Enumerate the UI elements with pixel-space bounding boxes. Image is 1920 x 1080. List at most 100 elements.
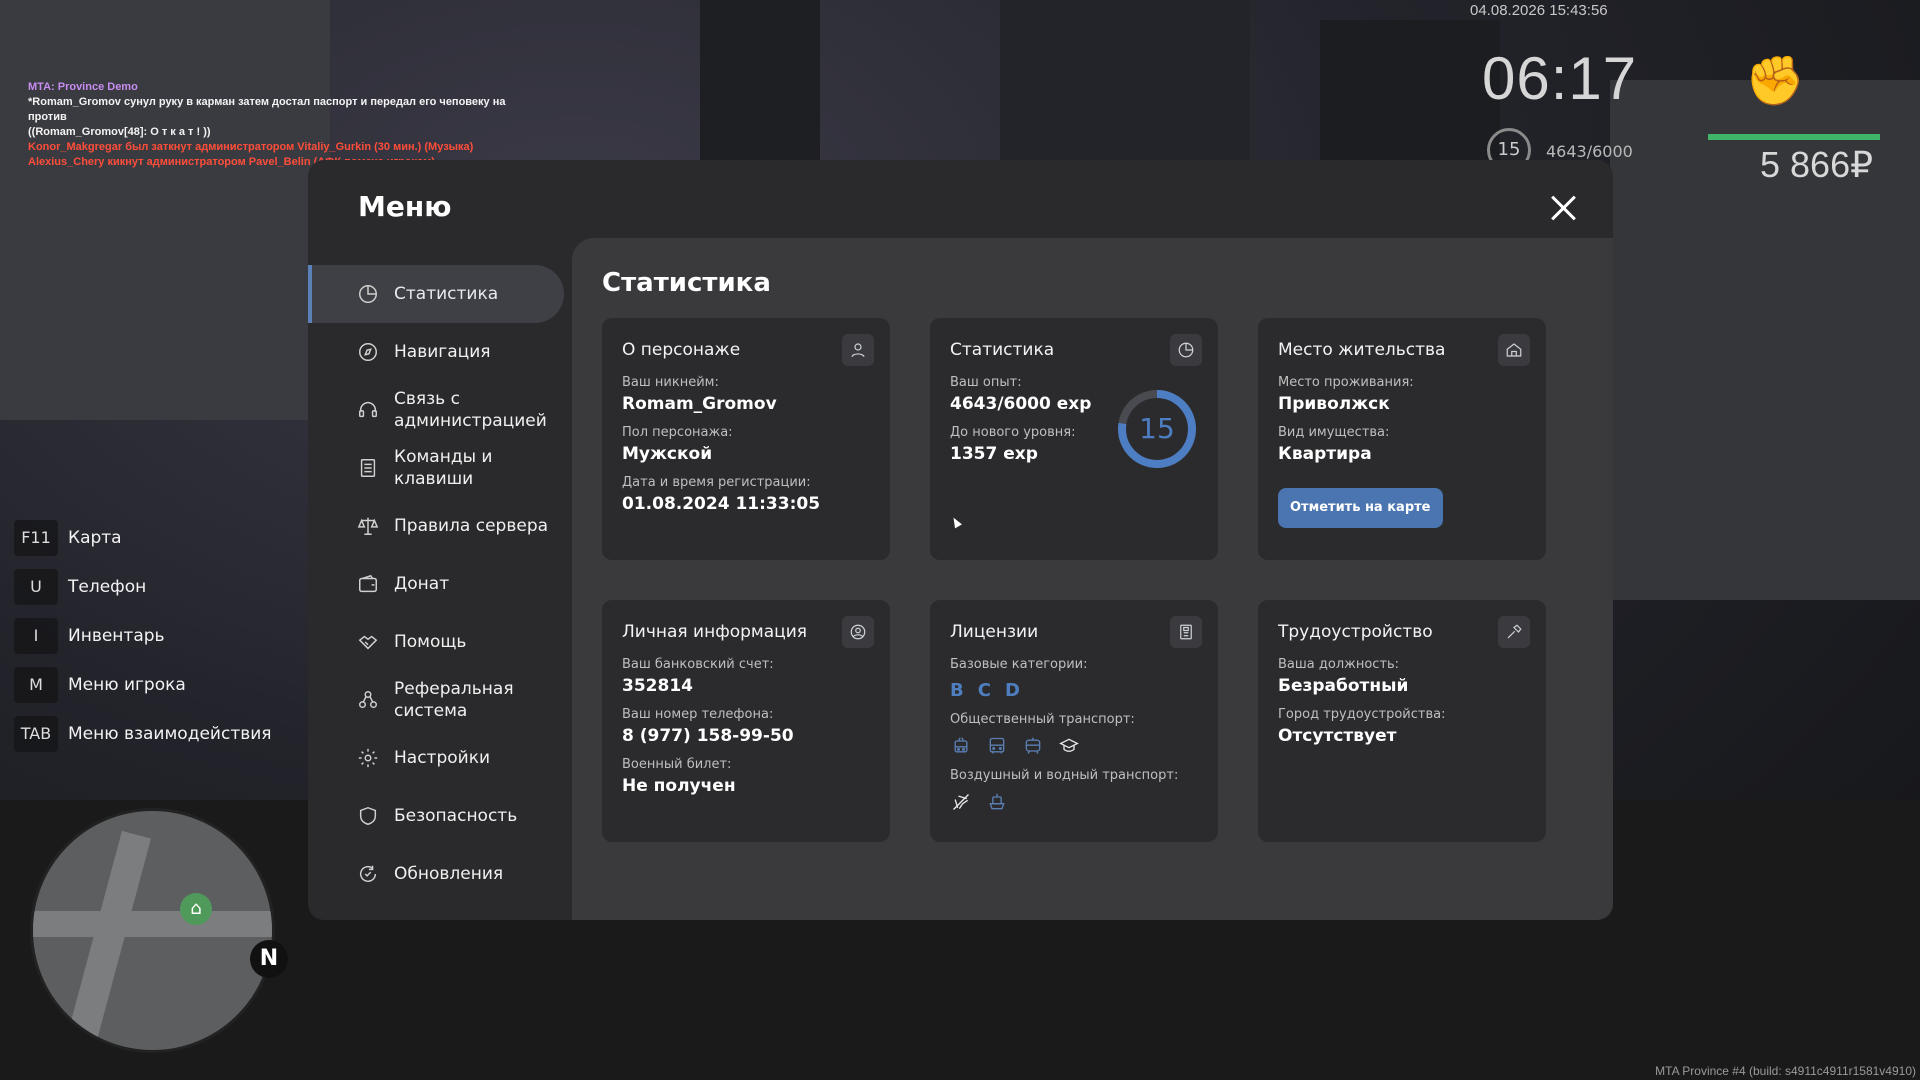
field-label: Ваша должность: bbox=[1278, 657, 1400, 672]
card-title: О персонаже bbox=[622, 340, 741, 360]
licenses-card: Лицензии Базовые категории: B C D Общест… bbox=[930, 600, 1218, 842]
license-category: B bbox=[950, 680, 964, 701]
home-icon: ⌂ bbox=[180, 893, 212, 925]
sidebar-item-label: Донат bbox=[394, 574, 450, 594]
residence-card: Место жительства Место проживания: Приво… bbox=[1258, 318, 1546, 560]
bank-account-value: 352814 bbox=[622, 676, 693, 696]
air-water-transport-icons bbox=[950, 791, 1198, 813]
sidebar-item-label: Связь с администрацией bbox=[394, 389, 547, 431]
wallet-icon bbox=[356, 572, 380, 596]
sidebar-item-statistics[interactable]: Статистика bbox=[308, 265, 564, 323]
tram-icon bbox=[1022, 735, 1044, 757]
compass-icon bbox=[356, 340, 380, 364]
hotkey-key: TAB bbox=[14, 716, 58, 752]
chat-line: MTA: Province Demo bbox=[28, 81, 138, 93]
hammer-icon bbox=[1498, 616, 1530, 648]
stats-card: Статистика Ваш опыт: 4643/6000 exp До но… bbox=[930, 318, 1218, 560]
card-title: Личная информация bbox=[622, 622, 808, 642]
level-progress-ring: 15 bbox=[1116, 388, 1198, 470]
license-category: C bbox=[977, 680, 991, 701]
hud-clock: 06:17 bbox=[1482, 45, 1638, 112]
hotkey-key: M bbox=[14, 667, 58, 703]
background-building bbox=[700, 0, 820, 170]
sidebar-item-donate[interactable]: Донат bbox=[308, 555, 564, 613]
trolleybus-icon bbox=[950, 735, 972, 757]
hotkey-phone: U Телефон bbox=[14, 569, 272, 605]
minimap-road bbox=[65, 830, 151, 1050]
user-circle-icon bbox=[842, 616, 874, 648]
hud-datetime: 04.08.2026 15:43:56 bbox=[1470, 2, 1608, 19]
sidebar-item-label: Реферальная система bbox=[394, 679, 514, 721]
registration-value: 01.08.2024 11:33:05 bbox=[622, 494, 821, 514]
field-label: Вид имущества: bbox=[1278, 425, 1390, 440]
user-icon bbox=[842, 334, 874, 366]
chat-line: ((Romam_Gromov[48]: О т к а т ! )) bbox=[28, 126, 211, 138]
sidebar-item-label: Безопасность bbox=[394, 806, 518, 826]
field-label: Город трудоустройства: bbox=[1278, 707, 1446, 722]
phone-value: 8 (977) 158-99-50 bbox=[622, 726, 794, 746]
build-info: MTA Province #4 (build: s4911c4911r1581v… bbox=[1655, 1064, 1916, 1078]
hud-exp: 4643/6000 bbox=[1546, 142, 1633, 161]
nickname-value: Romam_Gromov bbox=[622, 394, 777, 414]
hotkey-label: Телефон bbox=[68, 577, 147, 597]
sidebar-item-updates[interactable]: Обновления bbox=[308, 845, 564, 903]
field-label: Базовые категории: bbox=[950, 657, 1088, 672]
health-bar bbox=[1708, 134, 1880, 140]
hotkey-key: U bbox=[14, 569, 58, 605]
field-label: Пол персонажа: bbox=[622, 425, 733, 440]
minimap-road bbox=[33, 911, 272, 937]
mark-on-map-button[interactable]: Отметить на карте bbox=[1278, 488, 1443, 528]
field-label: Дата и время регистрации: bbox=[622, 475, 811, 490]
menu-title: Меню bbox=[358, 190, 452, 223]
handshake-icon bbox=[356, 630, 380, 654]
scales-icon bbox=[356, 514, 380, 538]
gender-value: Мужской bbox=[622, 444, 713, 464]
sidebar-item-settings[interactable]: Настройки bbox=[308, 729, 564, 787]
hotkey-label: Инвентарь bbox=[68, 626, 165, 646]
personal-info-card: Личная информация Ваш банковский счет: 3… bbox=[602, 600, 890, 842]
hotkey-key: F11 bbox=[14, 520, 58, 556]
job-city-value: Отсутствует bbox=[1278, 726, 1397, 746]
sidebar-item-label: Правила сервера bbox=[394, 516, 549, 536]
field-label: Общественный транспорт: bbox=[950, 712, 1135, 727]
refresh-icon bbox=[356, 862, 380, 886]
chat-line: *Romam_Gromov сунул руку в карман затем … bbox=[28, 96, 506, 123]
sidebar-item-commands[interactable]: Команды и клавиши bbox=[308, 439, 564, 497]
gear-icon bbox=[356, 746, 380, 770]
bus-icon bbox=[986, 735, 1008, 757]
field-label: Ваш банковский счет: bbox=[622, 657, 774, 672]
base-categories: B C D bbox=[950, 680, 1198, 701]
sidebar-item-label: Навигация bbox=[394, 342, 491, 362]
background-building bbox=[0, 0, 330, 420]
boat-icon bbox=[986, 791, 1008, 813]
headset-icon bbox=[356, 398, 380, 422]
level-number: 15 bbox=[1139, 412, 1175, 445]
hotkey-label: Карта bbox=[68, 528, 122, 548]
employment-card: Трудоустройство Ваша должность: Безработ… bbox=[1258, 600, 1546, 842]
card-title: Статистика bbox=[950, 340, 1055, 360]
military-id-value: Не получен bbox=[622, 776, 736, 796]
public-transport-icons bbox=[950, 735, 1198, 757]
sidebar-item-referral[interactable]: Реферальная система bbox=[308, 671, 564, 729]
menu-sidebar: Статистика Навигация Связь с администрац… bbox=[308, 265, 564, 903]
license-category: D bbox=[1004, 680, 1020, 701]
sidebar-item-security[interactable]: Безопасность bbox=[308, 787, 564, 845]
sidebar-item-navigation[interactable]: Навигация bbox=[308, 323, 564, 381]
field-label: Ваш никнейм: bbox=[622, 375, 719, 390]
chat-box: MTA: Province Demo *Romam_Gromov сунул р… bbox=[28, 80, 508, 170]
property-value: Квартира bbox=[1278, 444, 1372, 464]
sidebar-item-label: Команды и клавиши bbox=[394, 447, 493, 489]
sidebar-item-rules[interactable]: Правила сервера bbox=[308, 497, 564, 555]
north-indicator: N bbox=[250, 940, 288, 978]
hotkey-map: F11 Карта bbox=[14, 520, 272, 556]
character-card: О персонаже Ваш никнейм: Romam_Gromov По… bbox=[602, 318, 890, 560]
sidebar-item-admin-contact[interactable]: Связь с администрацией bbox=[308, 381, 564, 439]
sidebar-item-help[interactable]: Помощь bbox=[308, 613, 564, 671]
menu-window: Меню Статистика Навигация Связь с админи… bbox=[308, 160, 1613, 920]
residence-value: Приволжск bbox=[1278, 394, 1390, 414]
house-icon bbox=[1498, 334, 1530, 366]
field-label: Военный билет: bbox=[622, 757, 732, 772]
hotkey-label: Меню игрока bbox=[68, 675, 186, 695]
hotkey-player-menu: M Меню игрока bbox=[14, 667, 272, 703]
close-icon[interactable] bbox=[1546, 190, 1582, 226]
